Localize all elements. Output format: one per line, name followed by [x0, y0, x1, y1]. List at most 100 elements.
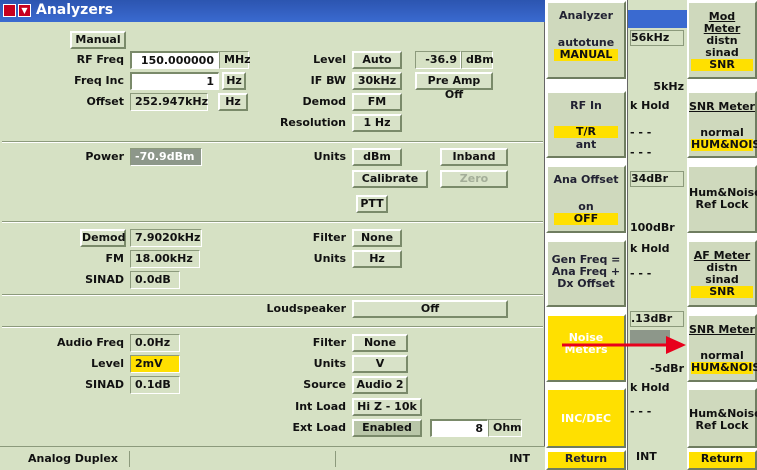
resolution-button[interactable]: 1 Hz: [352, 114, 402, 132]
audio-sinad-value: 0.1dB: [130, 376, 180, 394]
bg-value-11: -5dBr: [650, 362, 684, 375]
bg-value-5: - - -: [630, 146, 652, 159]
level-mode-button[interactable]: Auto: [352, 51, 402, 69]
power-label: Power: [85, 150, 124, 163]
demod-meter-value: 7.9020kHz: [130, 229, 202, 247]
audio-level-value: 2mV: [130, 355, 180, 373]
status-int: INT: [509, 452, 530, 465]
ext-load-button[interactable]: Enabled: [352, 419, 422, 437]
level-unit: dBm: [461, 51, 494, 69]
rf-freq-input[interactable]: 150.000000: [130, 51, 219, 69]
divider: [2, 141, 543, 143]
freq-inc-unit-button[interactable]: Hz: [222, 72, 246, 90]
bg-value-7: 100dBr: [630, 221, 675, 234]
mod-meter-key[interactable]: Mod Meter distn sinad SNR: [687, 1, 757, 79]
audio-level-label: Level: [91, 357, 124, 370]
manual-option: MANUAL: [554, 49, 618, 61]
gen-freq-line1: Gen Freq =: [551, 253, 621, 266]
af-snr: SNR: [691, 286, 753, 298]
calibrate-button[interactable]: Calibrate: [352, 170, 428, 188]
inband-button[interactable]: Inband: [440, 148, 508, 166]
right-return-key[interactable]: Return: [687, 450, 757, 470]
ana-offset-softkey[interactable]: Ana Offset on OFF: [546, 165, 626, 233]
offset-unit-button[interactable]: Hz: [218, 93, 248, 111]
power-units-button[interactable]: dBm: [352, 148, 402, 166]
hum-noise-ref-lock-key-2[interactable]: Hum&Noise Ref Lock: [687, 388, 757, 448]
manual-button[interactable]: Manual: [70, 31, 126, 49]
preamp-button[interactable]: Pre Amp Off: [415, 72, 493, 101]
snr-meter-title-2: SNR Meter: [689, 323, 755, 336]
ext-load-unit: Ohm: [488, 419, 522, 437]
rf-in-softkey[interactable]: RF In T/R ant: [546, 91, 626, 158]
audio-filter-button[interactable]: None: [352, 334, 408, 352]
loudspeaker-button[interactable]: Off: [352, 300, 508, 318]
snr-meter-key[interactable]: SNR Meter normal HUM&NOIS: [687, 91, 757, 158]
af-meter-key[interactable]: AF Meter distn sinad SNR: [687, 240, 757, 307]
filter-label: Filter: [312, 231, 346, 244]
analyzer-softkey-title: Analyzer: [559, 9, 613, 22]
return-label: Return: [564, 452, 608, 465]
divider: [2, 221, 543, 223]
background-title-bar: [628, 10, 688, 28]
snr-meter-key-2[interactable]: SNR Meter normal HUM&NOIS: [687, 314, 757, 382]
filter-button[interactable]: None: [352, 229, 402, 247]
demod-button[interactable]: FM: [352, 93, 402, 111]
ext-load-label: Ext Load: [292, 421, 346, 434]
level-label: Level: [313, 53, 346, 66]
sinad-label: SINAD: [85, 273, 124, 286]
bg-value-10: .13dBr: [630, 311, 684, 327]
fm-label: FM: [105, 252, 124, 265]
power-value: -70.9dBm: [130, 148, 202, 166]
audio-filter-label: Filter: [312, 336, 346, 349]
demod-label: Demod: [302, 95, 346, 108]
return-softkey[interactable]: Return: [546, 450, 626, 470]
audio-units-label: Units: [313, 357, 346, 370]
if-bw-button[interactable]: 30kHz: [352, 72, 402, 90]
status-mode: Analog Duplex: [4, 451, 130, 467]
status-field: [136, 451, 336, 467]
title-bar: ▼ Analyzers: [0, 0, 545, 22]
freq-inc-label: Freq Inc: [74, 74, 124, 87]
snr-humnois-2: HUM&NOIS: [691, 361, 757, 374]
bg-value-3: k Hold: [630, 99, 670, 112]
source-button[interactable]: Audio 2: [352, 376, 408, 394]
inc-dec-softkey[interactable]: INC/DEC: [546, 388, 626, 448]
mod-snr: SNR: [691, 59, 753, 71]
audio-freq-label: Audio Freq: [57, 336, 124, 349]
analyzer-softkey[interactable]: Analyzer autotune MANUAL: [546, 1, 626, 79]
audio-units-button[interactable]: V: [352, 355, 408, 373]
demod-meter-button[interactable]: Demod: [80, 229, 126, 247]
rf-freq-unit[interactable]: MHz: [219, 51, 251, 69]
sinad-value: 0.0dB: [130, 271, 180, 289]
ext-load-input[interactable]: 8: [430, 419, 488, 437]
dropdown-arrow-icon[interactable]: ▼: [18, 4, 31, 17]
hum-noise-ref-lock-key[interactable]: Hum&Noise Ref Lock: [687, 165, 757, 233]
zero-button[interactable]: Zero: [440, 170, 508, 188]
bg-value-1: 56kHz: [630, 30, 684, 46]
gen-freq-line3: Dx Offset: [557, 277, 615, 290]
off-option: OFF: [554, 213, 618, 225]
demod-units-button[interactable]: Hz: [352, 250, 402, 268]
window-menu-icon[interactable]: [3, 4, 16, 17]
bg-value-12: k Hold: [630, 381, 670, 394]
divider: [2, 294, 543, 296]
resolution-label: Resolution: [279, 116, 346, 129]
units-label: Units: [313, 150, 346, 163]
analyzers-window: ▼ Analyzers Manual RF Freq 150.000000 MH…: [0, 0, 545, 470]
mod-meter-title: Mod Meter: [703, 10, 741, 35]
right-return-label: Return: [700, 452, 744, 465]
int-load-button[interactable]: Hi Z - 10k: [352, 398, 422, 416]
tr-option: T/R: [554, 126, 618, 138]
gen-freq-softkey[interactable]: Gen Freq = Ana Freq + Dx Offset: [546, 240, 626, 307]
freq-inc-input[interactable]: 1: [130, 72, 219, 90]
status-bar: Analog Duplex INT: [0, 446, 545, 470]
units-label: Units: [313, 252, 346, 265]
bg-value-9: - - -: [630, 267, 652, 280]
audio-freq-value: 0.0Hz: [130, 334, 180, 352]
ptt-button[interactable]: PTT: [356, 195, 388, 213]
snr-meter-title: SNR Meter: [689, 100, 755, 113]
offset-label: Offset: [86, 95, 124, 108]
ant-option: ant: [575, 138, 597, 151]
bg-value-4: - - -: [630, 126, 652, 139]
callout-arrow-icon: [562, 336, 686, 354]
